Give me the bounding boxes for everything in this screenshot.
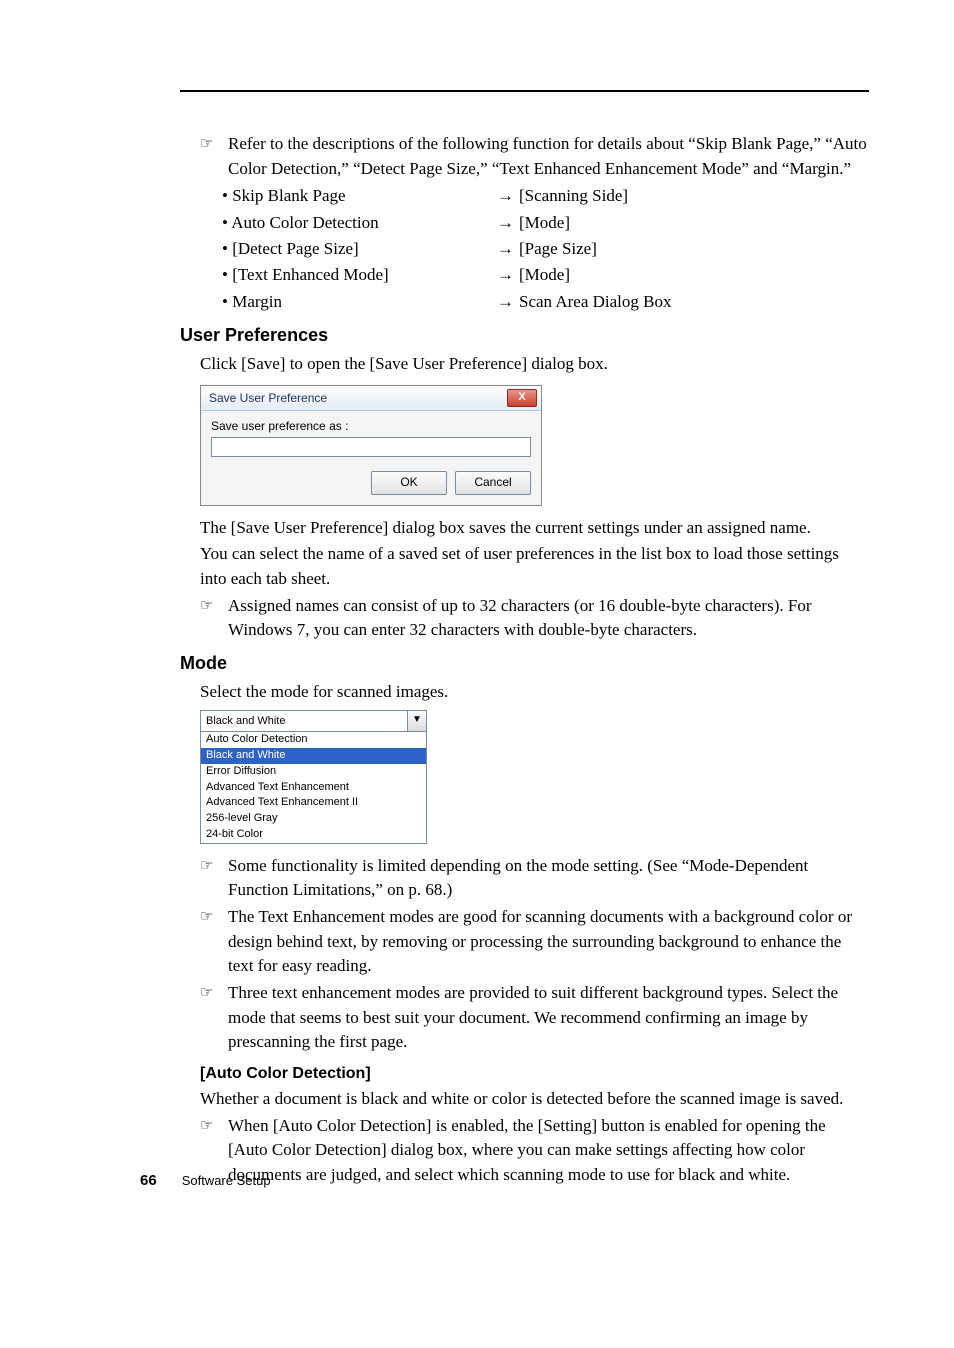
- header-rule: [180, 90, 869, 92]
- preference-name-input[interactable]: [211, 437, 531, 457]
- note-icon: ☞: [200, 981, 228, 1004]
- mode-combobox-value: Black and White: [201, 715, 407, 727]
- reference-left: • [Detect Page Size]: [222, 236, 497, 262]
- save-user-preference-dialog: Save User Preference X Save user prefere…: [200, 385, 542, 506]
- mode-intro: Select the mode for scanned images.: [200, 680, 869, 705]
- note-icon: ☞: [200, 132, 228, 155]
- reference-left: • Margin: [222, 289, 497, 315]
- user-pref-intro: Click [Save] to open the [Save User Pref…: [200, 352, 869, 377]
- mode-note-3: Three text enhancement modes are provide…: [228, 981, 869, 1055]
- heading-user-preferences: User Preferences: [180, 325, 869, 346]
- mode-option[interactable]: 256-level Gray: [201, 811, 426, 827]
- mode-option[interactable]: Advanced Text Enhancement: [201, 780, 426, 796]
- reference-row: • Skip Blank Page→ [Scanning Side]: [222, 183, 869, 209]
- dialog-field-label: Save user preference as :: [211, 419, 531, 433]
- mode-option[interactable]: Black and White: [201, 748, 426, 764]
- note-icon: ☞: [200, 594, 228, 617]
- ok-button[interactable]: OK: [371, 471, 447, 495]
- auto-color-para: Whether a document is black and white or…: [200, 1087, 869, 1112]
- reference-right: Scan Area Dialog Box: [519, 289, 672, 315]
- arrow-right-icon: →: [497, 183, 519, 209]
- mode-note-1: Some functionality is limited depending …: [228, 854, 869, 903]
- mode-option[interactable]: Auto Color Detection: [201, 732, 426, 748]
- mode-combobox[interactable]: Black and White ▼ Auto Color DetectionBl…: [200, 710, 427, 843]
- arrow-right-icon: →: [497, 262, 519, 288]
- arrow-right-icon: →: [497, 210, 519, 236]
- dialog-close-button[interactable]: X: [507, 389, 537, 407]
- note-icon: ☞: [200, 1114, 228, 1137]
- mode-option-list[interactable]: Auto Color DetectionBlack and WhiteError…: [201, 732, 426, 842]
- intro-note-text: Refer to the descriptions of the followi…: [228, 132, 869, 181]
- note-icon: ☞: [200, 905, 228, 928]
- reference-left: • Skip Blank Page: [222, 183, 497, 209]
- chevron-down-icon[interactable]: ▼: [407, 711, 426, 731]
- user-pref-note: Assigned names can consist of up to 32 c…: [228, 594, 869, 643]
- auto-color-note: When [Auto Color Detection] is enabled, …: [228, 1114, 869, 1188]
- user-pref-para2: You can select the name of a saved set o…: [200, 542, 869, 591]
- heading-mode: Mode: [180, 653, 869, 674]
- note-icon: ☞: [200, 854, 228, 877]
- reference-right: [Mode]: [519, 262, 570, 288]
- mode-option[interactable]: Advanced Text Enhancement II: [201, 795, 426, 811]
- page-number: 66: [140, 1172, 157, 1189]
- mode-option[interactable]: Error Diffusion: [201, 764, 426, 780]
- reference-row: • [Text Enhanced Mode]→ [Mode]: [222, 262, 869, 288]
- reference-left: • Auto Color Detection: [222, 210, 497, 236]
- arrow-right-icon: →: [497, 236, 519, 262]
- reference-row: • [Detect Page Size]→ [Page Size]: [222, 236, 869, 262]
- reference-right: [Page Size]: [519, 236, 597, 262]
- heading-auto-color-detection: [Auto Color Detection]: [200, 1065, 869, 1083]
- reference-right: [Mode]: [519, 210, 570, 236]
- reference-left: • [Text Enhanced Mode]: [222, 262, 497, 288]
- reference-right: [Scanning Side]: [519, 183, 628, 209]
- mode-note-2: The Text Enhancement modes are good for …: [228, 905, 869, 979]
- dialog-title: Save User Preference: [209, 391, 507, 405]
- reference-row: • Margin→ Scan Area Dialog Box: [222, 289, 869, 315]
- mode-option[interactable]: 24-bit Color: [201, 827, 426, 843]
- cancel-button[interactable]: Cancel: [455, 471, 531, 495]
- user-pref-para1: The [Save User Preference] dialog box sa…: [200, 516, 869, 541]
- arrow-right-icon: →: [497, 289, 519, 315]
- reference-row: • Auto Color Detection→ [Mode]: [222, 210, 869, 236]
- dialog-titlebar: Save User Preference X: [201, 386, 541, 411]
- function-reference-list: • Skip Blank Page→ [Scanning Side]• Auto…: [222, 183, 869, 315]
- page-footer: 66 Software Setup: [140, 1172, 271, 1189]
- footer-section: Software Setup: [182, 1173, 271, 1188]
